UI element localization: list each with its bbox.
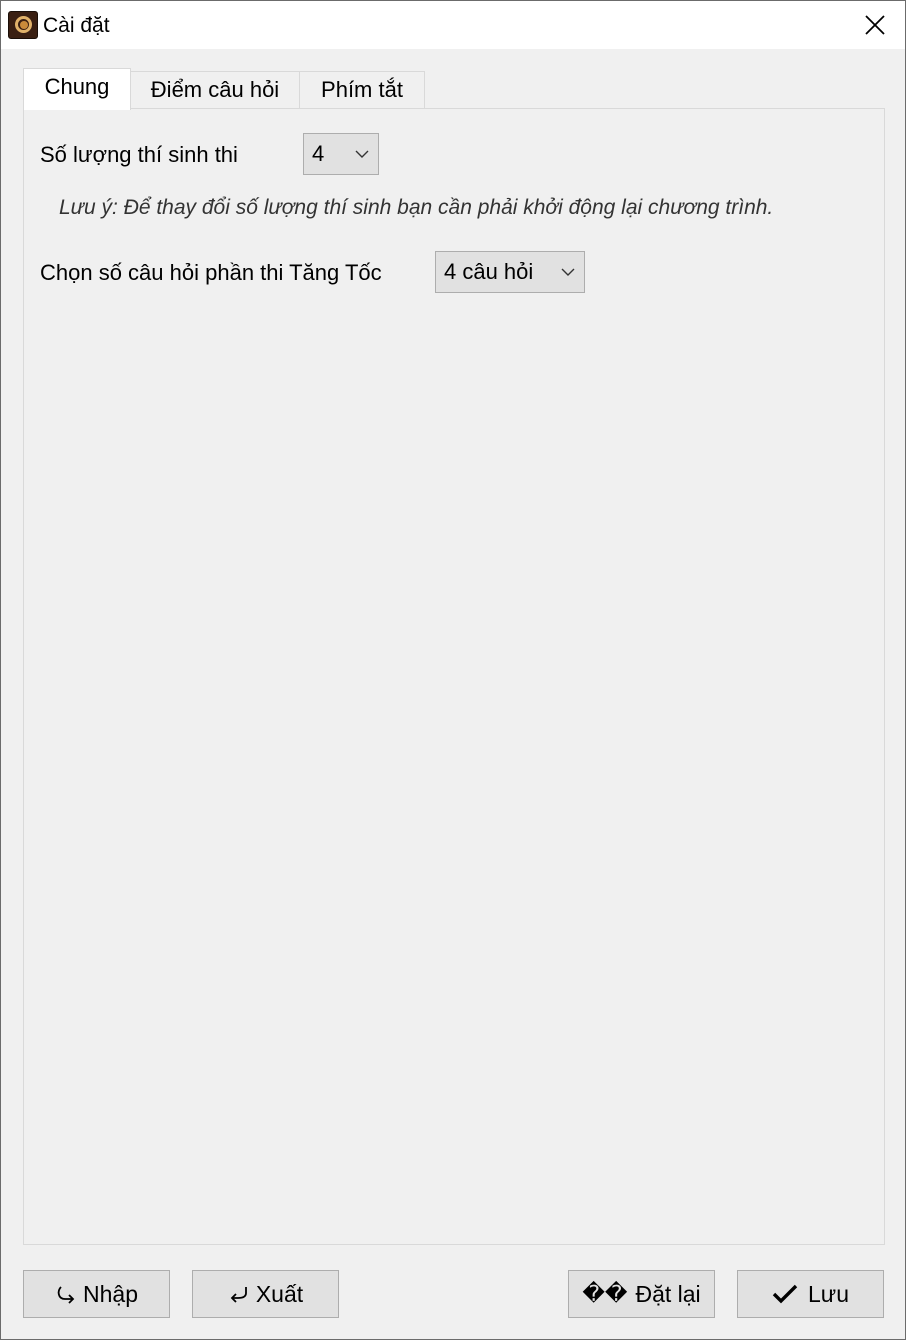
speedup-questions-select[interactable]: 4 câu hỏi [435, 251, 585, 293]
restart-note: Lưu ý: Để thay đổi số lượng thí sinh bạn… [59, 196, 774, 219]
import-arrow-icon [57, 1286, 75, 1304]
app-logo-icon [8, 11, 38, 39]
tab-general-label: Chung [44, 74, 110, 99]
speedup-questions-label: Chọn số câu hỏi phần thi Tăng Tốc [40, 260, 382, 285]
reset-button[interactable]: �� Đặt lại [568, 1270, 715, 1318]
title-bar: Cài đặt [1, 1, 905, 49]
tab-general[interactable]: Chung [23, 68, 131, 110]
tab-question-points-label: Điểm câu hỏi [150, 77, 280, 102]
close-button[interactable] [843, 1, 905, 49]
tab-question-points[interactable]: Điểm câu hỏi [130, 71, 300, 109]
contestants-select[interactable]: 4 [303, 133, 379, 175]
checkmark-icon [772, 1284, 798, 1304]
save-button[interactable]: Lưu [737, 1270, 884, 1318]
export-arrow-icon [230, 1287, 247, 1303]
reset-glyph: �� [582, 1281, 628, 1307]
export-button-label: Xuất [255, 1280, 304, 1307]
settings-window: Cài đặt Chung Điểm câu hỏi Phím tắt Số l… [0, 0, 906, 1340]
contestants-label: Số lượng thí sinh thi [40, 142, 238, 167]
tab-shortcuts-label: Phím tắt [321, 77, 403, 102]
chevron-down-icon [355, 150, 369, 158]
import-button-label: Nhập [83, 1280, 138, 1307]
speedup-questions-select-value: 4 câu hỏi [444, 259, 534, 284]
import-button[interactable]: Nhập [23, 1270, 170, 1318]
contestants-select-value: 4 [312, 141, 325, 166]
export-button[interactable]: Xuất [192, 1270, 339, 1318]
save-button-label: Lưu [808, 1280, 849, 1307]
tab-shortcuts[interactable]: Phím tắt [299, 71, 425, 109]
close-icon [865, 15, 885, 35]
chevron-down-icon [561, 268, 575, 276]
reset-button-label: Đặt lại [635, 1280, 701, 1307]
window-title: Cài đặt [43, 14, 110, 37]
